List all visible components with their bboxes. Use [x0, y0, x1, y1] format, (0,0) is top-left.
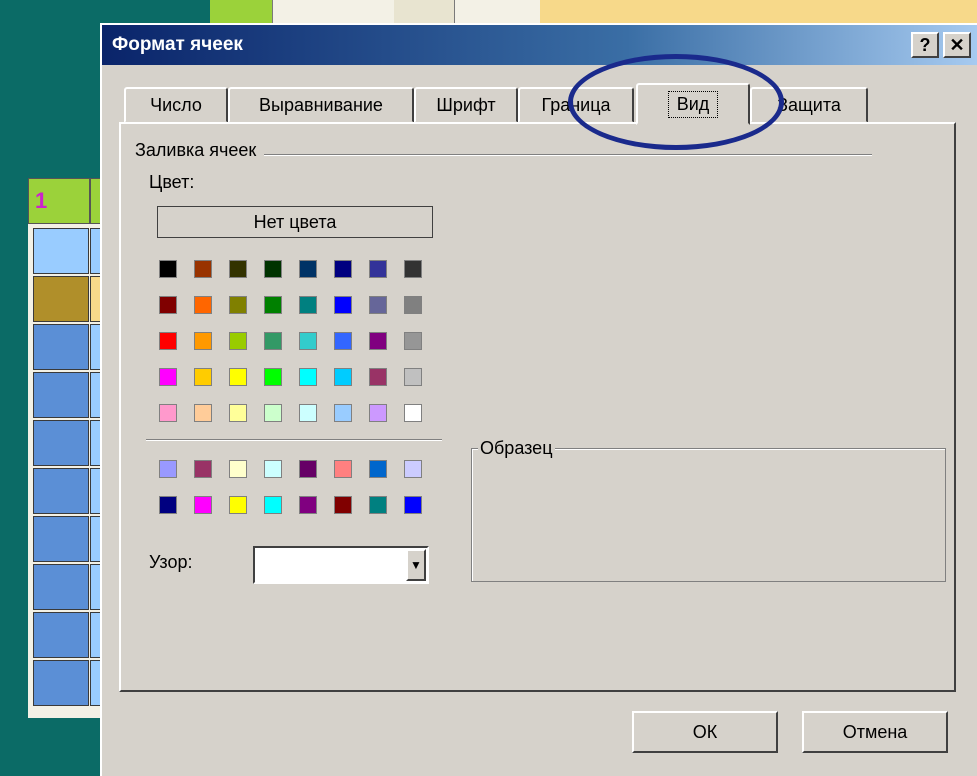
- color-swatch[interactable]: [264, 368, 282, 386]
- background-cell: [540, 0, 977, 24]
- pattern-label: Узор:: [149, 552, 193, 572]
- color-swatch[interactable]: [334, 404, 352, 422]
- tab-label: Выравнивание: [259, 94, 383, 115]
- title-bar[interactable]: Формат ячеек ? ✕: [102, 25, 977, 65]
- color-swatch[interactable]: [159, 260, 177, 278]
- background-row-cell: [33, 564, 89, 610]
- color-swatch[interactable]: [404, 404, 422, 422]
- color-swatch[interactable]: [369, 296, 387, 314]
- background-row-cell: [33, 612, 89, 658]
- color-swatch[interactable]: [334, 260, 352, 278]
- color-swatch[interactable]: [369, 404, 387, 422]
- background-cell: [394, 0, 455, 24]
- background-row-cell: [33, 660, 89, 706]
- color-swatch[interactable]: [229, 404, 247, 422]
- dropdown-arrow-icon[interactable]: ▼: [406, 549, 426, 581]
- background-row-cell: [33, 276, 89, 322]
- palette-divider: [146, 439, 442, 441]
- background-row-cell: [33, 516, 89, 562]
- color-swatch[interactable]: [159, 296, 177, 314]
- background-row-cell: [33, 372, 89, 418]
- color-swatch[interactable]: [299, 332, 317, 350]
- color-swatch[interactable]: [404, 496, 422, 514]
- color-swatch[interactable]: [404, 296, 422, 314]
- color-swatch[interactable]: [194, 332, 212, 350]
- sample-preview: [471, 448, 946, 582]
- background-cell: [210, 0, 273, 24]
- color-swatch[interactable]: [229, 460, 247, 478]
- color-swatch[interactable]: [264, 296, 282, 314]
- pattern-dropdown[interactable]: ▼: [253, 546, 429, 584]
- close-icon: ✕: [949, 34, 965, 55]
- color-swatch[interactable]: [264, 404, 282, 422]
- tab-number[interactable]: Число: [124, 87, 228, 123]
- background-row-cell: [33, 228, 89, 274]
- color-swatch[interactable]: [334, 460, 352, 478]
- background-row-cell: [33, 468, 89, 514]
- cancel-button[interactable]: Отмена: [802, 711, 948, 753]
- color-swatch[interactable]: [159, 460, 177, 478]
- close-button[interactable]: ✕: [943, 32, 971, 58]
- background-header-cell: 1: [28, 178, 90, 224]
- dialog-title: Формат ячеек: [112, 34, 243, 55]
- color-label: Цвет:: [149, 172, 195, 192]
- color-swatch[interactable]: [159, 368, 177, 386]
- color-swatch[interactable]: [194, 368, 212, 386]
- color-swatch[interactable]: [159, 332, 177, 350]
- color-swatch[interactable]: [229, 260, 247, 278]
- color-swatch[interactable]: [299, 260, 317, 278]
- color-swatch[interactable]: [299, 460, 317, 478]
- color-swatch[interactable]: [194, 496, 212, 514]
- color-swatch[interactable]: [334, 296, 352, 314]
- background-header-label: 1: [35, 188, 48, 213]
- color-swatch[interactable]: [334, 368, 352, 386]
- patterns-panel: Заливка ячеек Цвет: Нет цвета Узор: ▼ Об…: [119, 122, 956, 692]
- color-swatch[interactable]: [194, 260, 212, 278]
- color-swatch[interactable]: [369, 368, 387, 386]
- help-button[interactable]: ?: [911, 32, 939, 58]
- color-swatch[interactable]: [194, 296, 212, 314]
- tab-label: Число: [150, 94, 202, 115]
- ok-button[interactable]: ОК: [632, 711, 778, 753]
- color-swatch[interactable]: [264, 460, 282, 478]
- color-swatch[interactable]: [369, 460, 387, 478]
- highlight-ellipse: [568, 54, 784, 150]
- color-swatch[interactable]: [299, 496, 317, 514]
- color-swatch[interactable]: [194, 460, 212, 478]
- color-swatch[interactable]: [229, 368, 247, 386]
- color-swatch[interactable]: [159, 496, 177, 514]
- color-swatch[interactable]: [404, 260, 422, 278]
- color-swatch[interactable]: [299, 368, 317, 386]
- color-swatch[interactable]: [404, 368, 422, 386]
- tab-label: Защита: [777, 94, 841, 115]
- tab-font[interactable]: Шрифт: [414, 87, 518, 123]
- no-color-button[interactable]: Нет цвета: [157, 206, 433, 238]
- background-row-cell: [33, 420, 89, 466]
- sample-title: Образец: [478, 438, 555, 459]
- color-swatch[interactable]: [369, 332, 387, 350]
- color-swatch[interactable]: [229, 296, 247, 314]
- color-swatch[interactable]: [229, 496, 247, 514]
- format-cells-dialog: Формат ячеек ? ✕ Число Выравнивание Шриф…: [100, 23, 977, 776]
- tab-alignment[interactable]: Выравнивание: [228, 87, 414, 123]
- background-row-cell: [33, 324, 89, 370]
- color-swatch[interactable]: [299, 404, 317, 422]
- color-swatch[interactable]: [334, 496, 352, 514]
- title-buttons: ? ✕: [911, 32, 971, 58]
- color-swatch[interactable]: [229, 332, 247, 350]
- color-swatch[interactable]: [264, 332, 282, 350]
- color-swatch[interactable]: [369, 496, 387, 514]
- color-swatch[interactable]: [404, 332, 422, 350]
- color-swatch[interactable]: [159, 404, 177, 422]
- fill-group-title: Заливка ячеек: [135, 140, 265, 161]
- color-swatch[interactable]: [299, 296, 317, 314]
- background-sheet-grid: 1: [28, 178, 108, 718]
- color-swatch[interactable]: [264, 260, 282, 278]
- color-swatch[interactable]: [404, 460, 422, 478]
- tab-label: Шрифт: [436, 94, 496, 115]
- color-swatch[interactable]: [264, 496, 282, 514]
- color-swatch[interactable]: [194, 404, 212, 422]
- color-swatch[interactable]: [369, 260, 387, 278]
- color-swatch[interactable]: [334, 332, 352, 350]
